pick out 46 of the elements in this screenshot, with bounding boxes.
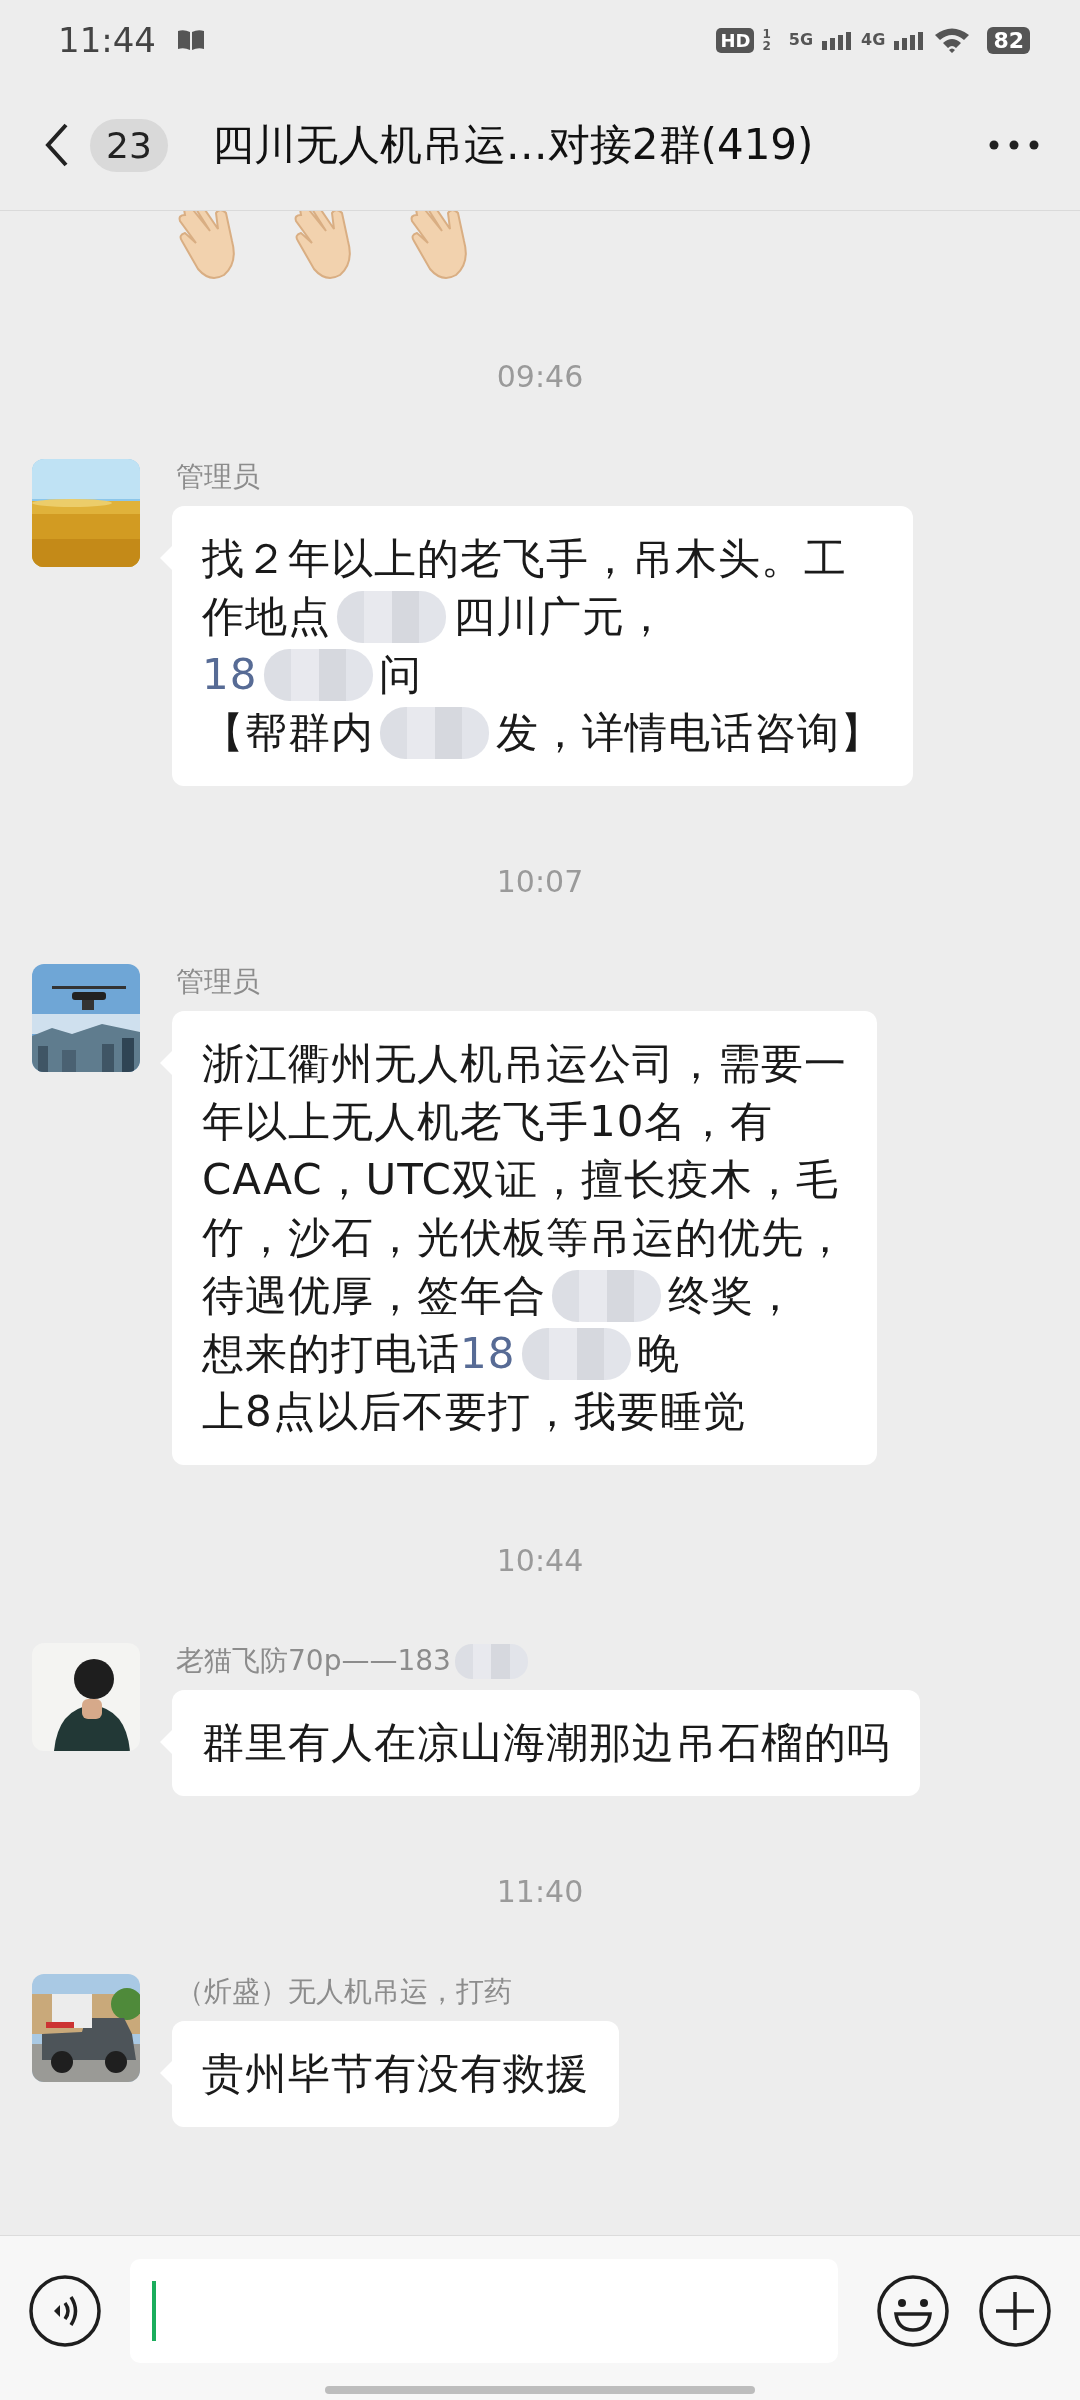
- avatar-icon: [32, 1643, 140, 1751]
- message-text: 四川广元，: [452, 591, 668, 643]
- network-label: 4G: [861, 30, 886, 49]
- network-label: 5G: [788, 30, 814, 49]
- message-text: 贵州毕节有没有救援: [202, 2048, 589, 2100]
- message-text: 终奖，: [667, 1270, 797, 1322]
- message-text: 找２年以上的老飞手，吊木头。工: [202, 533, 847, 585]
- message-text: 浙江衢州无人机吊运公司，需要一: [202, 1038, 847, 1090]
- message-text: 【帮群内: [202, 707, 374, 759]
- status-time: 11:44: [58, 20, 156, 60]
- sender-name: 管理员: [176, 459, 260, 495]
- timestamp: 10:44: [496, 1542, 584, 1580]
- message-text: 晚: [637, 1328, 681, 1380]
- message-text: 竹，沙石，光伏板等吊运的优先，: [202, 1212, 847, 1264]
- sender-name: （炘盛）无人机吊运，打药: [176, 1974, 512, 2010]
- unread-count: 23: [90, 118, 168, 172]
- sender-name: 老猫飞防70p——183: [176, 1643, 451, 1679]
- message-text: 待遇优厚，签年合: [202, 1270, 546, 1322]
- message-text: 作地点: [202, 591, 331, 643]
- sim-number: 1 2: [762, 28, 771, 52]
- chat-title: 四川无人机吊运…对接2群(419): [211, 119, 814, 171]
- sender-name: 管理员: [176, 964, 260, 1000]
- emoji-icon[interactable]: [876, 2274, 950, 2348]
- battery-icon: 82: [987, 26, 1030, 54]
- back-icon[interactable]: [44, 122, 70, 168]
- more-icon[interactable]: [988, 139, 1040, 151]
- message-text: 上8点以后不要打，我要睡觉: [202, 1386, 746, 1438]
- timestamp: 11:40: [496, 1873, 584, 1911]
- phone-link[interactable]: 18: [460, 1325, 516, 1383]
- message-text: 想来的打电话: [202, 1328, 460, 1380]
- message-input[interactable]: [130, 2259, 838, 2363]
- timestamp: 10:07: [496, 863, 584, 901]
- signal-icon: [821, 29, 854, 51]
- wifi-icon: [933, 26, 972, 54]
- signal-icon: [893, 29, 926, 51]
- book-icon: [176, 28, 206, 52]
- message-text: 问: [379, 649, 423, 701]
- phone-link[interactable]: 18: [202, 646, 258, 704]
- message-text: CAAC，UTC双证，擅长疫木，毛: [202, 1154, 839, 1206]
- voice-icon[interactable]: [28, 2274, 102, 2348]
- message-text: 群里有人在凉山海潮那边吊石榴的吗: [202, 1717, 890, 1769]
- hd-badge: HD: [716, 27, 755, 53]
- message-text: 年以上无人机老飞手10名，有: [202, 1096, 774, 1148]
- timestamp: 09:46: [496, 358, 584, 396]
- message-text: 发，详情电话咨询】: [495, 707, 883, 759]
- add-icon[interactable]: [978, 2274, 1052, 2348]
